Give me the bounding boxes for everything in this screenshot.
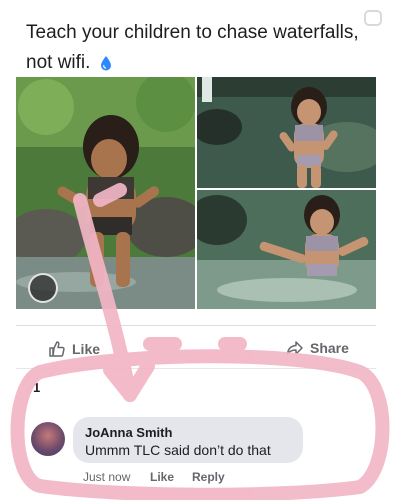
reaction-count[interactable]: 1 (33, 380, 40, 395)
divider (16, 368, 376, 369)
share-arrow-icon (286, 341, 303, 355)
comment-bubble: JoAnna Smith Ummm TLC said don’t do that (73, 417, 303, 463)
photo-grid (16, 77, 376, 309)
photo-child-water-2[interactable] (197, 190, 376, 309)
comment-reply-button[interactable]: Reply (192, 470, 225, 484)
post-text: Teach your children to chase waterfalls,… (26, 18, 366, 81)
share-action-button[interactable]: Share (286, 340, 349, 356)
window-icon[interactable] (362, 8, 384, 28)
commenter-avatar[interactable] (31, 422, 65, 456)
comment-timestamp: Just now (83, 470, 131, 484)
comment-text: Ummm TLC said don’t do that (85, 442, 271, 458)
post-caption: Teach your children to chase waterfalls,… (26, 22, 359, 73)
divider (16, 325, 376, 326)
share-action-label: Share (310, 340, 349, 356)
like-action-label: Like (72, 341, 101, 357)
comment-like-button[interactable]: Like (150, 470, 174, 484)
profile-badge-icon[interactable] (28, 273, 58, 303)
photo-child-water-1[interactable] (197, 77, 376, 188)
thumbs-up-icon (49, 341, 65, 357)
like-action-button[interactable]: Like (48, 340, 100, 358)
comment-author-name[interactable]: JoAnna Smith (85, 425, 172, 440)
